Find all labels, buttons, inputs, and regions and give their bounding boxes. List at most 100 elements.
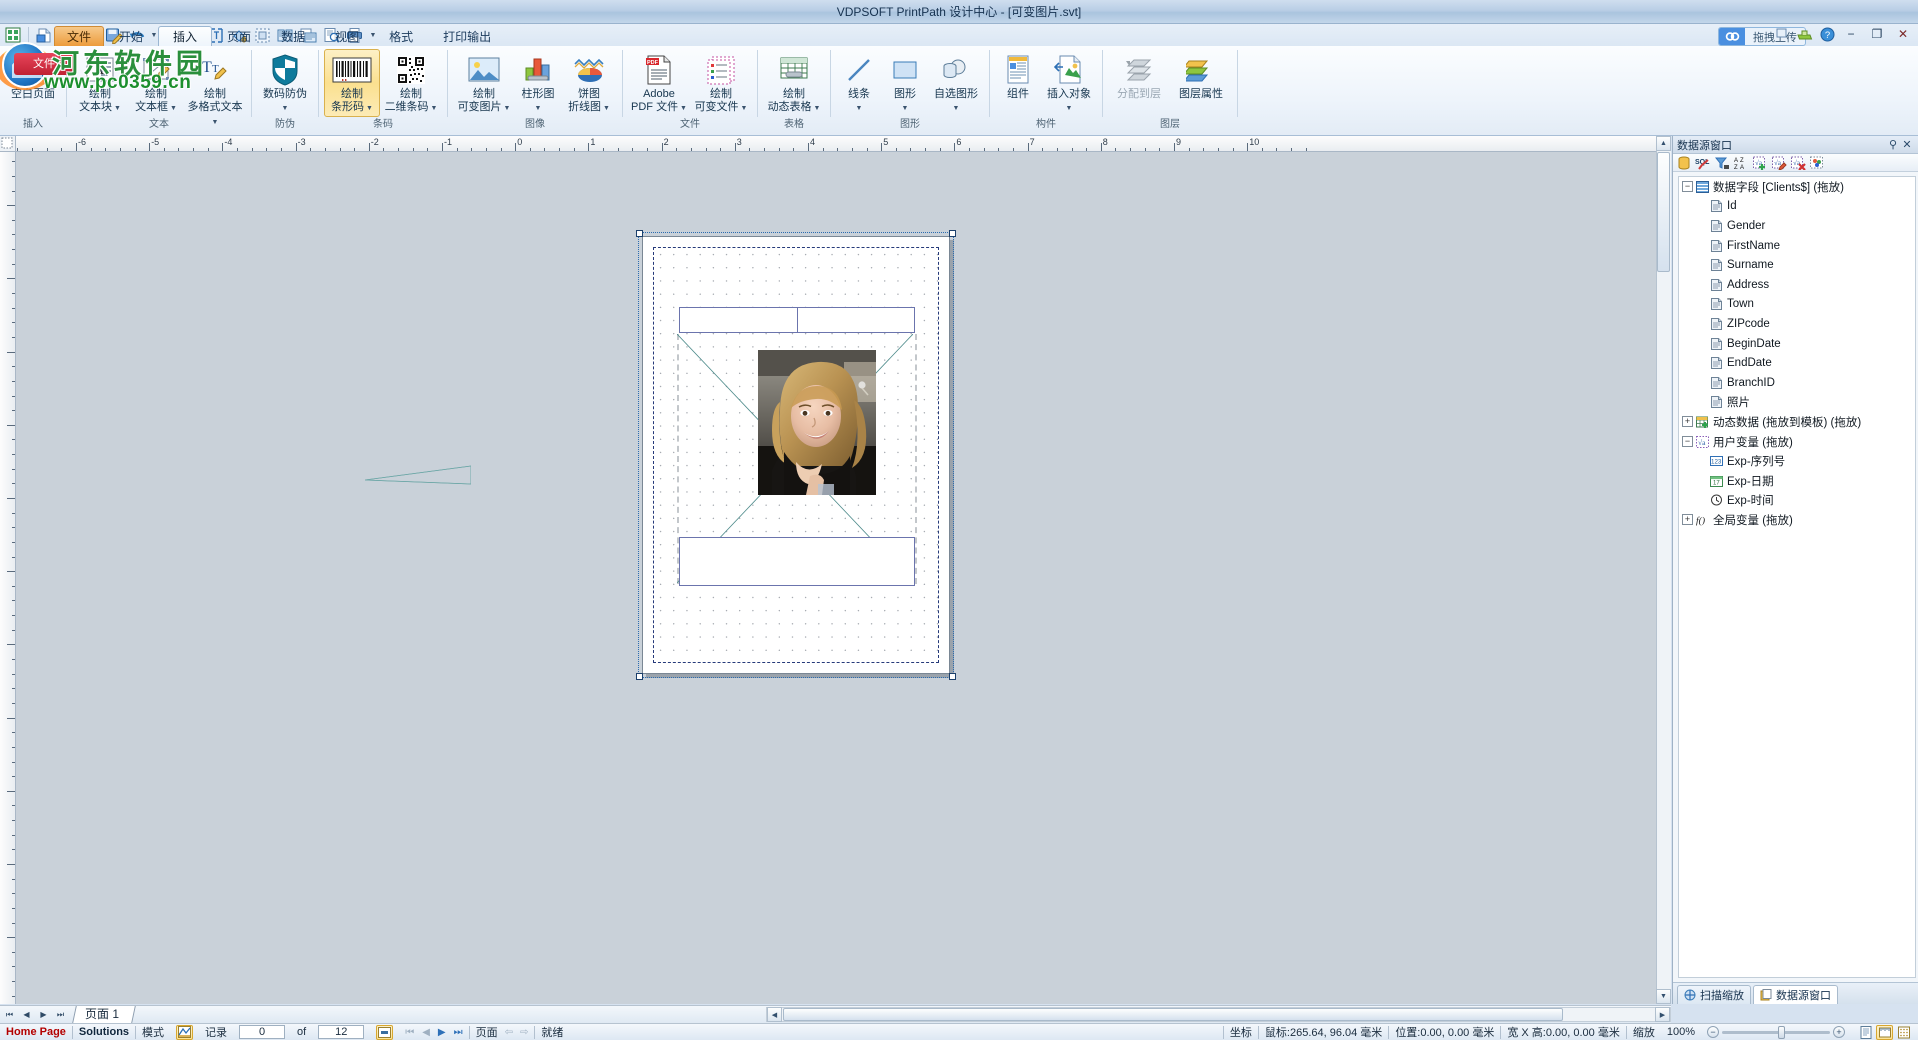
tab-format[interactable]: 格式 bbox=[374, 26, 428, 46]
horizontal-ruler[interactable]: -6-5-4-3-2-1012345678910 bbox=[16, 136, 1671, 152]
chevron-down-icon[interactable]: ▼ bbox=[364, 105, 373, 112]
canvas-stray-shape[interactable] bbox=[365, 464, 471, 486]
tree-expander-icon[interactable]: + bbox=[1682, 514, 1693, 525]
ribbon-blank-page-button[interactable]: 空白页面 bbox=[5, 49, 61, 117]
status-solutions-link[interactable]: Solutions bbox=[79, 1026, 129, 1038]
ribbon-draw-qrcode-button[interactable]: 绘制 二维条码 ▼ bbox=[380, 49, 442, 117]
ruler-corner[interactable] bbox=[0, 136, 16, 152]
zoom-in-button[interactable]: + bbox=[1833, 1026, 1845, 1038]
datasource-tree-item[interactable]: BeginDate bbox=[1679, 334, 1915, 354]
ribbon-pie-line-chart-button[interactable]: 饼图 折线图 ▼ bbox=[561, 49, 617, 117]
status-home-page-link[interactable]: Home Page bbox=[6, 1026, 66, 1038]
chevron-down-icon[interactable]: ▼ bbox=[812, 105, 821, 112]
page-prev-arrow-icon[interactable]: ⇦ bbox=[505, 1027, 513, 1038]
datasource-tree-item[interactable]: 17Exp-日期 bbox=[1679, 471, 1915, 491]
scroll-down-icon[interactable]: ▼ bbox=[1656, 989, 1671, 1004]
panel-close-icon[interactable]: ✕ bbox=[1900, 138, 1914, 151]
refresh-data-icon[interactable] bbox=[1808, 154, 1826, 171]
close-button[interactable]: ✕ bbox=[1892, 25, 1914, 43]
restore-button[interactable]: ❐ bbox=[1866, 25, 1888, 43]
chevron-down-icon[interactable]: ▼ bbox=[112, 105, 121, 112]
vertical-ruler[interactable] bbox=[0, 152, 16, 1004]
add-variable-icon[interactable]: √a bbox=[1751, 154, 1769, 171]
design-page[interactable] bbox=[642, 236, 950, 674]
page-next-arrow-icon[interactable]: ⇨ bbox=[520, 1027, 528, 1038]
record-first-icon[interactable]: ⏮ bbox=[405, 1027, 414, 1038]
database-icon[interactable] bbox=[1675, 154, 1693, 171]
chevron-down-icon[interactable]: ▼ bbox=[502, 105, 511, 112]
datasource-tree-item[interactable]: Gender bbox=[1679, 216, 1915, 236]
tab-insert[interactable]: 插入 bbox=[158, 26, 212, 46]
panel-tab-datasource[interactable]: 数据源窗口 bbox=[1753, 985, 1838, 1004]
tab-page[interactable]: 页面 bbox=[212, 26, 266, 46]
sort-az-icon[interactable]: AZZA bbox=[1732, 154, 1750, 171]
datasource-tree-item[interactable]: 照片 bbox=[1679, 393, 1915, 413]
ribbon-bar-chart-button[interactable]: 柱形图 ▼ bbox=[515, 49, 561, 117]
ribbon-insert-object-button[interactable]: 插入对象 ▼ bbox=[1041, 49, 1097, 117]
ribbon-draw-barcode-button[interactable]: 绘制 条形码 ▼ bbox=[324, 49, 380, 117]
resize-handle-ne[interactable] bbox=[949, 230, 956, 237]
canvas-horizontal-scrollbar[interactable]: ◀ ▶ bbox=[766, 1007, 1671, 1022]
page-first-icon[interactable]: ⏮ bbox=[2, 1007, 17, 1022]
datasource-tree-item[interactable]: Address bbox=[1679, 275, 1915, 295]
canvas-text-rect-object[interactable] bbox=[679, 537, 915, 586]
datasource-tree-item[interactable]: −√a用户变量 (拖放) bbox=[1679, 432, 1915, 452]
ribbon-layer-properties-button[interactable]: 图层属性 bbox=[1170, 49, 1232, 117]
minimize-button[interactable]: − bbox=[1840, 25, 1862, 43]
vertical-scroll-thumb[interactable] bbox=[1657, 152, 1670, 272]
tab-file[interactable]: 文件 bbox=[54, 26, 104, 46]
tree-expander-icon[interactable]: − bbox=[1682, 181, 1693, 192]
ribbon-component-button[interactable]: 组件 bbox=[995, 49, 1041, 117]
page-view-icon[interactable] bbox=[1857, 1025, 1874, 1040]
page-prev-icon[interactable]: ◀ bbox=[19, 1007, 34, 1022]
canvas-table-object[interactable] bbox=[679, 307, 915, 333]
filter-icon[interactable] bbox=[1713, 154, 1731, 171]
page-last-icon[interactable]: ⏭ bbox=[53, 1007, 68, 1022]
chevron-down-icon[interactable]: ▼ bbox=[678, 105, 687, 112]
datasource-tree-item[interactable]: Town bbox=[1679, 295, 1915, 315]
tree-expander-icon[interactable]: + bbox=[1682, 416, 1693, 427]
datasource-tree-item[interactable]: Id bbox=[1679, 197, 1915, 217]
chevron-down-icon[interactable]: ▼ bbox=[282, 105, 289, 112]
page-next-icon[interactable]: ▶ bbox=[36, 1007, 51, 1022]
ribbon-draw-variable-picture-button[interactable]: 绘制 可变图片 ▼ bbox=[453, 49, 515, 117]
datasource-tree-item[interactable]: +f()全局变量 (拖放) bbox=[1679, 510, 1915, 530]
edit-variable-icon[interactable]: √a bbox=[1770, 154, 1788, 171]
grid-view-icon[interactable] bbox=[1895, 1025, 1912, 1040]
datasource-tree-item[interactable]: Exp-时间 bbox=[1679, 491, 1915, 511]
datasource-tree-item[interactable]: −数据字段 [Clients$] (拖放) bbox=[1679, 177, 1915, 197]
datasource-tree-item[interactable]: ZIPcode bbox=[1679, 314, 1915, 334]
variable-photo-preview[interactable] bbox=[758, 350, 876, 495]
zoom-slider-knob[interactable] bbox=[1778, 1026, 1785, 1039]
chevron-down-icon[interactable]: ▼ bbox=[535, 105, 542, 112]
help-icon[interactable]: ? bbox=[1818, 25, 1836, 43]
ribbon-assign-to-layer-button[interactable]: 分配到层 bbox=[1108, 49, 1170, 117]
ribbon-draw-dynamic-table-button[interactable]: 绘制 动态表格 ▼ bbox=[763, 49, 825, 117]
ribbon-autoshape-button[interactable]: 自选图形 ▼ bbox=[928, 49, 984, 117]
quick-style-icon[interactable] bbox=[1796, 25, 1814, 43]
chevron-down-icon[interactable]: ▼ bbox=[168, 105, 177, 112]
datasource-tree-item[interactable]: 123Exp-序列号 bbox=[1679, 451, 1915, 471]
scroll-right-icon[interactable]: ▶ bbox=[1655, 1007, 1670, 1022]
chevron-down-icon[interactable]: ▼ bbox=[953, 105, 960, 112]
record-last-icon[interactable]: ⏭ bbox=[454, 1027, 463, 1038]
ribbon-digital-antifake-button[interactable]: 数码防伪 ▼ bbox=[257, 49, 313, 117]
single-record-icon[interactable] bbox=[376, 1025, 393, 1040]
canvas-vertical-scrollbar[interactable]: ▲ ▼ bbox=[1656, 136, 1671, 1004]
datasource-tree-item[interactable]: Surname bbox=[1679, 255, 1915, 275]
datasource-tree-item[interactable]: FirstName bbox=[1679, 236, 1915, 256]
tab-print-output[interactable]: 打印输出 bbox=[428, 26, 506, 46]
zoom-out-button[interactable]: − bbox=[1707, 1026, 1719, 1038]
ribbon-draw-text-block-button[interactable]: A 绘制 文本块 ▼ bbox=[72, 49, 128, 117]
tab-view[interactable]: 视图 bbox=[320, 26, 374, 46]
pin-icon[interactable]: ⚲ bbox=[1886, 138, 1900, 151]
datasource-tree-item[interactable]: EndDate bbox=[1679, 353, 1915, 373]
scroll-left-icon[interactable]: ◀ bbox=[767, 1007, 782, 1022]
chevron-down-icon[interactable]: ▼ bbox=[856, 105, 863, 112]
ribbon-options-icon[interactable] bbox=[1774, 25, 1792, 43]
sql-icon[interactable]: SQL bbox=[1694, 154, 1712, 171]
design-canvas[interactable] bbox=[16, 152, 1671, 1004]
chevron-down-icon[interactable]: ▼ bbox=[902, 105, 909, 112]
datasource-tree-item[interactable]: +动态数据 (拖放到模板) (拖放) bbox=[1679, 412, 1915, 432]
tab-start[interactable]: 开始 bbox=[104, 26, 158, 46]
